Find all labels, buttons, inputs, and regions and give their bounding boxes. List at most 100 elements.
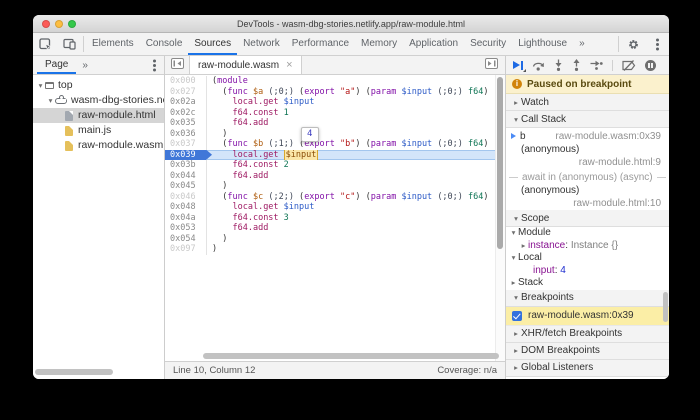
code-text[interactable]: f64.add xyxy=(207,223,505,234)
devtools-menu-icon[interactable] xyxy=(645,33,669,55)
step-over-icon[interactable] xyxy=(532,60,545,71)
code-text[interactable]: (func $b (;1;) (export "b") (param $inpu… xyxy=(207,139,505,150)
deactivate-breakpoints-icon[interactable] xyxy=(622,59,636,71)
code-text[interactable]: ) xyxy=(207,181,505,192)
gutter-address[interactable]: 0x04a xyxy=(165,212,207,223)
code-text[interactable]: local.get $input xyxy=(207,202,505,213)
tab-lighthouse[interactable]: Lighthouse xyxy=(512,33,573,55)
gutter-address[interactable]: 0x03b xyxy=(165,160,207,171)
code-text[interactable]: (func $c (;2;) (export "c") (param $inpu… xyxy=(207,192,505,203)
expand-arrow-icon[interactable]: ▾ xyxy=(46,93,55,108)
tab-application[interactable]: Application xyxy=(403,33,464,55)
section-watch[interactable]: ▸ Watch xyxy=(506,94,669,111)
resume-script-icon[interactable] xyxy=(513,60,526,72)
settings-gear-icon[interactable] xyxy=(621,33,645,55)
gutter-address[interactable]: 0x039 xyxy=(165,149,212,160)
scope-entry-input[interactable]: input: 4 xyxy=(506,265,669,278)
gutter-address[interactable]: 0x048 xyxy=(165,202,207,213)
breakpoint-badge[interactable]: 0x039 xyxy=(165,149,212,160)
code-text[interactable]: ) xyxy=(207,129,505,140)
gutter-address[interactable]: 0x000 xyxy=(165,76,207,87)
section-breakpoints[interactable]: ▾ Breakpoints xyxy=(506,289,669,307)
tab-elements[interactable]: Elements xyxy=(86,33,140,55)
section-global-listeners[interactable]: ▸ Global Listeners xyxy=(506,359,669,377)
toggle-navigator-icon[interactable] xyxy=(169,56,185,70)
scope-entry-local[interactable]: ▾ Local xyxy=(506,252,669,265)
tab-security[interactable]: Security xyxy=(464,33,512,55)
gutter-address[interactable]: 0x053 xyxy=(165,223,207,234)
gutter-address[interactable]: 0x037 xyxy=(165,139,207,150)
breakpoint-entry[interactable]: raw-module.wasm:0x39 xyxy=(506,306,669,326)
device-toolbar-icon[interactable] xyxy=(57,33,81,55)
section-xhr-fetch-breakpoints[interactable]: ▸ XHR/fetch Breakpoints xyxy=(506,325,669,343)
scope-entry-stack[interactable]: ▸ Stack xyxy=(506,277,669,290)
code-text[interactable]: (func $a (;0;) (export "a") (param $inpu… xyxy=(207,87,505,98)
window-titlebar[interactable]: DevTools - wasm-dbg-stories.netlify.app/… xyxy=(33,15,669,33)
frame-location-link[interactable]: raw-module.wasm:0x39 xyxy=(555,131,661,142)
editor-vertical-scrollbar[interactable] xyxy=(495,75,505,361)
gutter-address[interactable]: 0x046 xyxy=(165,191,207,202)
step-into-icon[interactable] xyxy=(554,59,563,71)
gutter-address[interactable]: 0x02c xyxy=(165,107,207,118)
scope-entry-module[interactable]: ▾ Module xyxy=(506,227,669,240)
code-text[interactable]: f64.add xyxy=(207,118,505,129)
step-icon[interactable] xyxy=(590,60,603,70)
expand-arrow-icon[interactable]: ▾ xyxy=(36,78,45,93)
gutter-address[interactable]: 0x027 xyxy=(165,86,207,97)
gutter-address[interactable]: 0x036 xyxy=(165,128,207,139)
gutter-address[interactable]: 0x044 xyxy=(165,170,207,181)
navigator-more-tabs-chevron[interactable]: » xyxy=(76,56,94,74)
close-window-button[interactable] xyxy=(42,20,50,28)
gutter-address[interactable]: 0x02a xyxy=(165,97,207,108)
code-text[interactable]: f64.const 2 xyxy=(207,160,505,171)
stack-frame[interactable]: b raw-module.wasm:0x39 xyxy=(506,128,669,144)
tree-item-raw-module.wasm[interactable]: raw-module.wasm xyxy=(33,138,164,153)
tree-item-main.js[interactable]: main.js xyxy=(33,123,164,138)
code-text[interactable]: ) xyxy=(207,234,505,245)
tab-raw-module-wasm[interactable]: raw-module.wasm × xyxy=(189,56,302,74)
section-dom-breakpoints[interactable]: ▸ DOM Breakpoints xyxy=(506,342,669,360)
section-call-stack[interactable]: ▾ Call Stack xyxy=(506,111,669,128)
code-text[interactable]: local.get $input xyxy=(207,97,505,108)
code-text[interactable]: (module xyxy=(207,76,505,87)
inspect-element-icon[interactable] xyxy=(33,33,57,55)
breakpoint-checkbox[interactable] xyxy=(512,310,522,321)
tab-network[interactable]: Network xyxy=(237,33,286,55)
tab-performance[interactable]: Performance xyxy=(286,33,355,55)
minimize-window-button[interactable] xyxy=(55,20,63,28)
stack-frame[interactable]: (anonymous) raw-module.html:10 xyxy=(506,185,669,210)
expand-arrow-icon[interactable]: ▸ xyxy=(509,277,518,290)
scope-entry-instance[interactable]: ▸ instance: Instance {} xyxy=(506,240,669,253)
scrollbar-thumb[interactable] xyxy=(497,77,503,249)
stack-frame[interactable]: (anonymous) raw-module.html:9 xyxy=(506,144,669,169)
frame-location-link[interactable]: raw-module.html:10 xyxy=(506,198,669,211)
zoom-window-button[interactable] xyxy=(68,20,76,28)
frame-location-link[interactable]: raw-module.html:9 xyxy=(506,157,669,170)
code-text[interactable]: ) xyxy=(207,244,505,255)
code-text[interactable]: local.get $input xyxy=(207,149,505,160)
editor-horizontal-scrollbar[interactable] xyxy=(203,353,499,359)
section-scope[interactable]: ▾ Scope xyxy=(506,210,669,227)
evaluated-variable[interactable]: $input xyxy=(283,149,319,160)
sidebar-scrollbar[interactable] xyxy=(663,292,668,322)
step-out-icon[interactable] xyxy=(572,59,581,71)
tab-memory[interactable]: Memory xyxy=(355,33,403,55)
tree-item-raw-module.html[interactable]: raw-module.html xyxy=(33,108,164,123)
navigator-menu-icon[interactable] xyxy=(145,56,164,74)
tab-console[interactable]: Console xyxy=(140,33,189,55)
tab-page[interactable]: Page xyxy=(37,56,77,74)
close-tab-icon[interactable]: × xyxy=(286,59,292,71)
code-text[interactable]: f64.const 3 xyxy=(207,213,505,224)
code-text[interactable]: f64.add xyxy=(207,171,505,182)
tree-item-top[interactable]: ▾ top xyxy=(33,78,164,93)
gutter-address[interactable]: 0x045 xyxy=(165,181,207,192)
expand-arrow-icon[interactable]: ▾ xyxy=(509,252,518,265)
pause-on-exceptions-icon[interactable] xyxy=(645,59,656,71)
more-tabs-chevron[interactable]: » xyxy=(573,33,591,55)
tab-sources[interactable]: Sources xyxy=(188,33,238,55)
navigator-horizontal-scrollbar[interactable] xyxy=(35,369,113,375)
code-text[interactable]: f64.const 1 xyxy=(207,108,505,119)
gutter-address[interactable]: 0x054 xyxy=(165,233,207,244)
tree-item-wasm-dbg-stories.netlify.app[interactable]: ▾ wasm-dbg-stories.netlify.app xyxy=(33,93,164,108)
expand-arrow-icon[interactable]: ▾ xyxy=(509,227,518,240)
